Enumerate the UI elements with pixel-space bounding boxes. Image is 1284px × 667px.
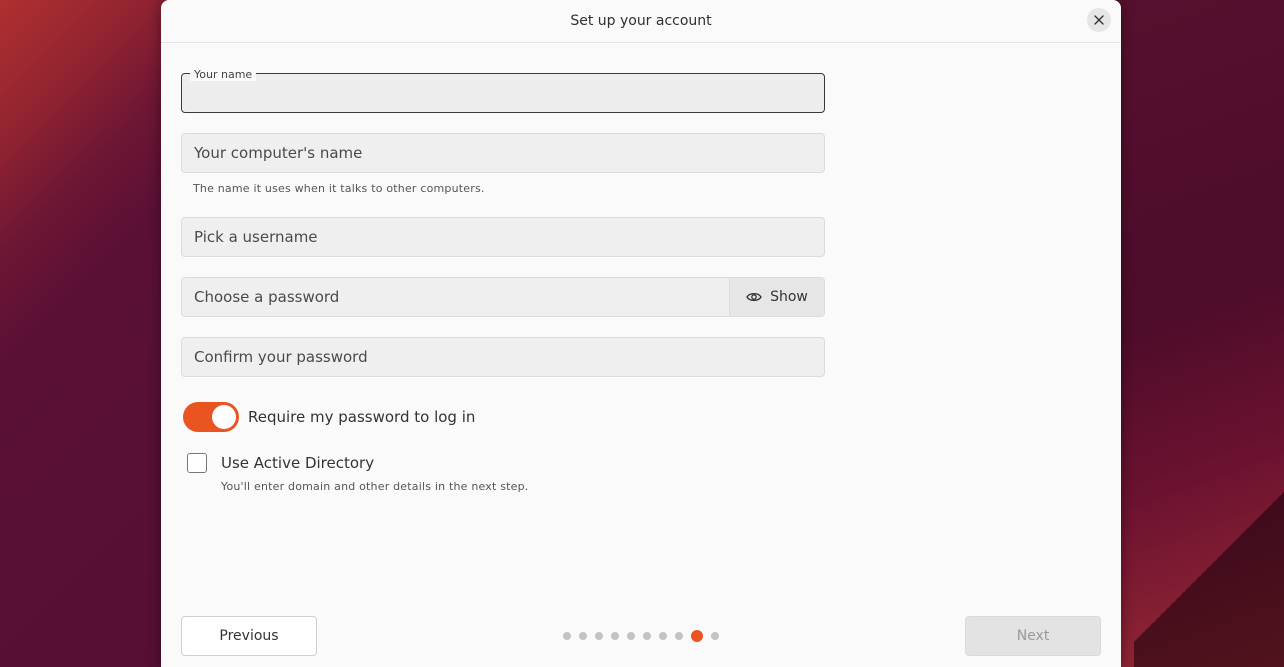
username-input[interactable] xyxy=(182,218,824,256)
confirm-password-input[interactable] xyxy=(182,338,824,376)
active-directory-helper: You'll enter domain and other details in… xyxy=(221,480,529,493)
step-dot xyxy=(611,632,619,640)
computer-name-input[interactable] xyxy=(182,134,824,172)
your-name-field[interactable]: Your name xyxy=(181,68,825,113)
your-name-input[interactable] xyxy=(182,74,824,112)
step-dot xyxy=(659,632,667,640)
step-indicator xyxy=(563,630,719,642)
step-dot xyxy=(595,632,603,640)
desktop-background-right xyxy=(1119,0,1284,667)
confirm-password-field[interactable] xyxy=(181,337,825,377)
setup-window: Set up your account Your name The name i… xyxy=(161,0,1121,667)
show-password-label: Show xyxy=(770,289,808,305)
step-dot-current xyxy=(691,630,703,642)
step-dot xyxy=(711,632,719,640)
require-password-toggle[interactable] xyxy=(183,402,239,432)
show-password-button[interactable]: Show xyxy=(729,278,824,316)
active-directory-label: Use Active Directory xyxy=(221,454,375,472)
toggle-knob xyxy=(212,405,236,429)
step-dot xyxy=(579,632,587,640)
step-dot xyxy=(643,632,651,640)
previous-button[interactable]: Previous xyxy=(181,616,317,656)
step-dot xyxy=(563,632,571,640)
window-title: Set up your account xyxy=(570,13,712,29)
eye-icon xyxy=(746,292,762,302)
step-dot xyxy=(627,632,635,640)
username-field[interactable] xyxy=(181,217,825,257)
titlebar: Set up your account xyxy=(161,0,1121,43)
close-icon xyxy=(1094,15,1104,25)
close-button[interactable] xyxy=(1087,8,1111,32)
computer-name-helper: The name it uses when it talks to other … xyxy=(193,182,485,195)
active-directory-checkbox[interactable] xyxy=(187,453,207,473)
next-button[interactable]: Next xyxy=(965,616,1101,656)
require-password-label: Require my password to log in xyxy=(248,408,476,426)
password-field[interactable]: Show xyxy=(181,277,825,317)
your-name-label: Your name xyxy=(190,68,257,81)
computer-name-field[interactable] xyxy=(181,133,825,173)
password-input[interactable] xyxy=(182,278,730,316)
step-dot xyxy=(675,632,683,640)
